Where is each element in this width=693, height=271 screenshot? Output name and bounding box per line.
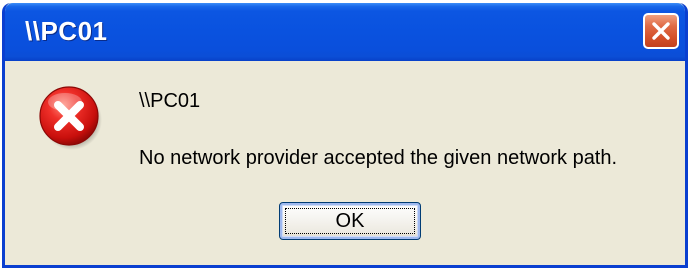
close-button[interactable] — [643, 13, 679, 49]
network-path-label: \\PC01 — [139, 90, 201, 112]
error-dialog-window: \\PC01 \\PC01 No network provider accept — [2, 3, 688, 268]
error-icon — [39, 86, 102, 150]
window-title: \\PC01 — [25, 16, 108, 46]
title-bar[interactable]: \\PC01 — [5, 3, 685, 61]
ok-button[interactable]: OK — [279, 202, 421, 240]
close-icon — [652, 22, 670, 40]
error-message: No network provider accepted the given n… — [139, 147, 618, 169]
ok-button-label: OK — [335, 209, 365, 232]
